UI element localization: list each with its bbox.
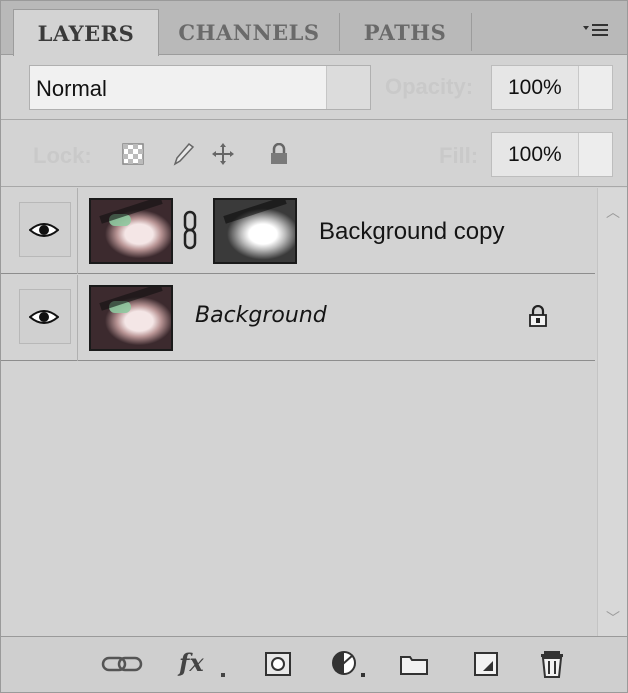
- lock-all-icon[interactable]: [267, 142, 291, 166]
- eye-icon: [29, 223, 59, 237]
- layer-name[interactable]: Background copy: [319, 218, 504, 246]
- new-layer-icon[interactable]: [471, 645, 501, 683]
- lock-label: Lock:: [33, 143, 92, 168]
- layer-row-background[interactable]: Background: [1, 275, 595, 361]
- visibility-toggle[interactable]: [19, 202, 71, 257]
- add-mask-icon[interactable]: [263, 645, 293, 683]
- fill-field[interactable]: 100%: [491, 132, 613, 177]
- blend-row: Normal Opacity: 100%: [1, 56, 627, 120]
- layer-thumbnail[interactable]: [89, 285, 173, 351]
- link-layers-icon[interactable]: [99, 645, 145, 683]
- layer-name[interactable]: Background: [195, 303, 327, 328]
- blend-mode-select[interactable]: Normal: [29, 65, 371, 110]
- layer-mask-thumbnail[interactable]: [213, 198, 297, 264]
- visibility-toggle[interactable]: [19, 289, 71, 344]
- opacity-value: 100%: [508, 76, 562, 99]
- fill-slider-button[interactable]: [578, 133, 612, 176]
- svg-text:fx: fx: [177, 649, 204, 677]
- layer-thumbnail[interactable]: [89, 198, 173, 264]
- lock-image-icon[interactable]: [171, 142, 195, 166]
- lock-transparent-icon[interactable]: [121, 142, 145, 166]
- layers-panel: LAYERS CHANNELS PATHS Normal Opacity: 10…: [0, 0, 628, 693]
- new-group-icon[interactable]: [397, 645, 431, 683]
- tab-channels[interactable]: CHANNELS: [161, 9, 337, 55]
- delete-icon[interactable]: [537, 645, 567, 683]
- column-divider: [77, 188, 78, 274]
- lock-row: Lock: Fill: 100%: [1, 121, 627, 187]
- layers-toolbar: fx: [1, 636, 627, 692]
- blend-mode-dropdown[interactable]: [326, 66, 370, 109]
- opacity-field[interactable]: 100%: [491, 65, 613, 110]
- blend-mode-value: Normal: [36, 76, 107, 101]
- layers-list: Background copy Background: [1, 188, 595, 636]
- lock-position-icon[interactable]: [211, 142, 235, 166]
- layer-lock-icon: [529, 305, 547, 327]
- layer-row-background-copy[interactable]: Background copy: [1, 188, 595, 274]
- column-divider: [77, 275, 78, 361]
- fill-label: Fill:: [439, 143, 479, 168]
- scroll-up-icon[interactable]: ︿: [606, 202, 620, 222]
- tab-layers[interactable]: LAYERS: [13, 9, 159, 56]
- tab-paths[interactable]: PATHS: [341, 9, 469, 55]
- fx-icon[interactable]: fx: [177, 645, 231, 683]
- fill-value: 100%: [508, 143, 562, 166]
- layers-scrollbar[interactable]: ︿ ﹀: [597, 188, 627, 636]
- eye-icon: [29, 310, 59, 324]
- panel-menu-icon[interactable]: [583, 21, 609, 42]
- scroll-down-icon[interactable]: ﹀: [606, 608, 620, 628]
- mask-link-icon[interactable]: [182, 210, 198, 250]
- adjustment-layer-icon[interactable]: [327, 645, 371, 683]
- opacity-label: Opacity:: [385, 74, 474, 99]
- panel-tab-bar: LAYERS CHANNELS PATHS: [1, 1, 627, 56]
- opacity-slider-button[interactable]: [578, 66, 612, 109]
- tab-divider: [339, 13, 340, 51]
- tab-divider: [471, 13, 472, 51]
